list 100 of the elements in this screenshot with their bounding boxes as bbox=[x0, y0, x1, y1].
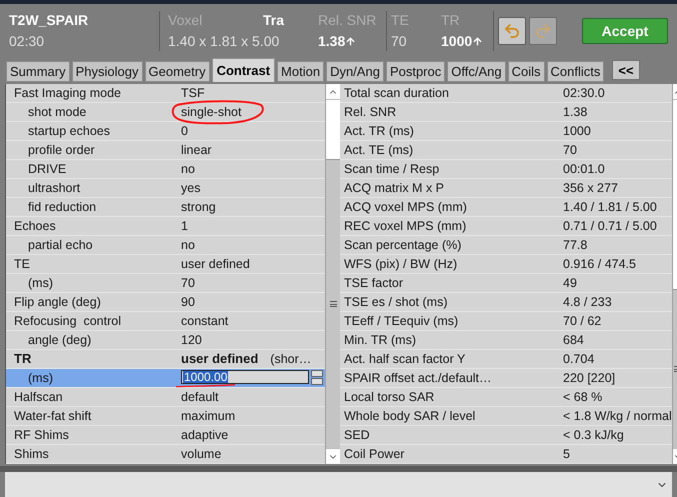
parameter-row[interactable]: startup echoes 0 bbox=[6, 122, 325, 141]
parameter-label: RF Shims bbox=[13, 426, 70, 444]
result-label: Min. TR (ms) bbox=[343, 332, 417, 349]
result-label: Act. TE (ms) bbox=[343, 142, 414, 159]
parameter-row[interactable]: Water-fat shift maximum bbox=[6, 407, 325, 426]
parameter-value: linear bbox=[181, 142, 212, 159]
undo-icon bbox=[503, 22, 521, 40]
result-label: ACQ voxel MPS (mm) bbox=[343, 198, 468, 216]
parameter-note: (shor… bbox=[270, 350, 312, 368]
parameter-row[interactable]: Flip angle (deg) 90 bbox=[6, 293, 325, 312]
result-value: < 68 % bbox=[563, 388, 602, 406]
grip-icon bbox=[330, 301, 336, 307]
result-value: 49 bbox=[563, 274, 577, 292]
result-value: 356 x 277 bbox=[563, 180, 618, 197]
parameter-value: adaptive bbox=[181, 426, 228, 444]
snr-value: 1.38 bbox=[318, 32, 346, 51]
parameter-label: (ms) bbox=[27, 370, 54, 387]
result-label: SED bbox=[343, 426, 371, 444]
tab[interactable]: Postproc bbox=[386, 61, 446, 82]
result-value: 684 bbox=[563, 332, 584, 349]
result-value: 220 [220] bbox=[563, 370, 616, 387]
parameter-value: no bbox=[181, 236, 195, 254]
parameter-value: default bbox=[181, 388, 219, 406]
result-label: Scan percentage (%) bbox=[343, 236, 462, 254]
parameter-row[interactable]: profile order linear bbox=[6, 141, 325, 160]
parameter-value: 70 bbox=[181, 274, 195, 292]
parameter-value: 1 bbox=[181, 218, 188, 235]
tab[interactable]: Geometry bbox=[144, 61, 210, 82]
parameter-label: (ms) bbox=[27, 274, 54, 292]
result-label: Act. half scan factor Y bbox=[343, 350, 466, 368]
result-label: Act. TR (ms) bbox=[343, 122, 415, 140]
result-label: TEeff / TEequiv (ms) bbox=[343, 312, 460, 330]
parameter-row[interactable]: ultrashort yes bbox=[6, 179, 325, 198]
result-label: REC voxel MPS (mm) bbox=[343, 218, 468, 235]
scroll-thumb[interactable] bbox=[326, 100, 340, 160]
result-value: 70 / 62 bbox=[563, 312, 602, 330]
te-value: 70 bbox=[391, 32, 408, 51]
tab[interactable]: Dyn/Ang bbox=[326, 61, 384, 82]
parameter-row[interactable]: (ms) 70 bbox=[6, 274, 325, 293]
result-value: 00:01.0 bbox=[563, 160, 605, 178]
result-label: TSE factor bbox=[343, 274, 404, 292]
result-value: 0.916 / 474.5 bbox=[563, 256, 636, 273]
parameter-row[interactable]: fid reduction strong bbox=[6, 198, 325, 217]
tab[interactable]: Motion bbox=[277, 61, 324, 82]
arrow-up-icon bbox=[472, 36, 484, 47]
parameter-label: Refocusing control bbox=[13, 312, 122, 330]
tr-value: 1000 bbox=[441, 32, 472, 51]
scrollbar[interactable] bbox=[325, 84, 340, 464]
parameter-value: no bbox=[181, 160, 195, 178]
undo-button[interactable] bbox=[498, 17, 526, 45]
parameter-row[interactable]: Fast Imaging mode TSF bbox=[6, 84, 325, 103]
result-value: 1.40 / 1.81 / 5.00 bbox=[563, 198, 657, 216]
parameter-value: volume bbox=[181, 446, 222, 463]
parameter-row[interactable]: (ms) 1000.00 bbox=[6, 369, 325, 388]
result-value: 77.8 bbox=[563, 236, 588, 254]
result-value: 1000 bbox=[563, 122, 591, 140]
parameter-row[interactable]: Halfscan default bbox=[6, 388, 325, 407]
tab[interactable]: Conflicts bbox=[546, 61, 604, 82]
tab[interactable]: Offc/Ang bbox=[447, 61, 506, 82]
parameter-value: yes bbox=[181, 180, 200, 197]
tab[interactable]: Physiology bbox=[72, 61, 142, 82]
parameter-label: shot mode bbox=[27, 104, 88, 121]
protocol-name: T2W_SPAIR bbox=[9, 11, 90, 30]
result-value: < 0.3 kJ/kg bbox=[563, 426, 624, 444]
parameter-row[interactable]: DRIVE no bbox=[6, 160, 325, 179]
parameter-label: TR bbox=[13, 350, 32, 368]
parameter-label: ultrashort bbox=[27, 180, 82, 197]
parameter-row[interactable]: shot mode single-shot bbox=[6, 103, 325, 122]
arrow-up-icon bbox=[345, 36, 356, 47]
dropdown-field[interactable] bbox=[5, 472, 672, 497]
collapse-button[interactable]: << bbox=[612, 60, 640, 80]
parameter-label: profile order bbox=[27, 142, 96, 159]
parameter-value: TSF bbox=[181, 84, 205, 102]
parameter-label: partial echo bbox=[27, 236, 94, 254]
parameter-row[interactable]: Shims volume bbox=[6, 445, 325, 464]
spin-buttons[interactable] bbox=[311, 370, 323, 385]
parameter-value: user defined bbox=[181, 350, 258, 368]
parameter-row[interactable]: angle (deg) 120 bbox=[6, 331, 325, 350]
parameter-value: 90 bbox=[181, 294, 195, 311]
parameter-value: maximum bbox=[181, 408, 236, 425]
parameter-value: user defined bbox=[181, 256, 250, 273]
parameter-row[interactable]: Refocusing control constant bbox=[6, 312, 325, 331]
result-label: Local torso SAR bbox=[343, 388, 436, 406]
parameter-value: single-shot bbox=[181, 104, 242, 121]
parameter-label: fid reduction bbox=[27, 198, 98, 216]
parameter-row[interactable]: partial echo no bbox=[6, 236, 325, 255]
tab[interactable]: Contrast bbox=[212, 58, 276, 82]
parameter-row[interactable]: TE user defined bbox=[6, 255, 325, 274]
tab[interactable]: Summary bbox=[6, 61, 70, 82]
input-field[interactable]: 1000.00 bbox=[181, 370, 309, 384]
redo-button[interactable] bbox=[529, 17, 557, 45]
orientation-value: Tra bbox=[262, 11, 284, 30]
parameter-row[interactable]: Echoes 1 bbox=[6, 217, 325, 236]
parameter-label: Flip angle (deg) bbox=[13, 294, 102, 311]
parameter-value: strong bbox=[181, 198, 216, 216]
result-label: WFS (pix) / BW (Hz) bbox=[343, 256, 458, 273]
parameter-label: Halfscan bbox=[13, 388, 64, 406]
tab[interactable]: Coils bbox=[508, 61, 544, 82]
result-value: 0.71 / 0.71 / 5.00 bbox=[563, 218, 657, 235]
parameter-row[interactable]: RF Shims adaptive bbox=[6, 426, 325, 445]
